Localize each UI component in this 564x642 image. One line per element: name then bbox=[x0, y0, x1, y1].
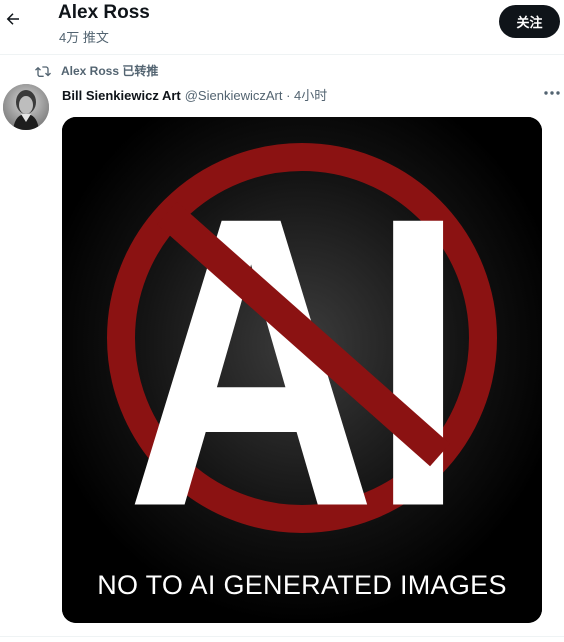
no-ai-graphic: AI bbox=[62, 117, 542, 623]
retweet-icon bbox=[35, 65, 51, 77]
retweet-text[interactable]: Alex Ross 已转推 bbox=[61, 62, 158, 79]
header-divider bbox=[0, 54, 564, 55]
image-caption: NO TO AI GENERATED IMAGES bbox=[97, 570, 507, 600]
retweet-indicator: Alex Ross 已转推 bbox=[35, 62, 158, 79]
ai-big-text: AI bbox=[126, 131, 460, 592]
bottom-divider bbox=[0, 636, 564, 637]
ai-letters: AI bbox=[126, 131, 466, 592]
tweet-header: Bill Sienkiewicz Art @SienkiewiczArt · 4… bbox=[62, 85, 327, 104]
author-handle-time[interactable]: @SienkiewiczArt · 4小时 bbox=[185, 85, 328, 104]
follow-button[interactable]: 关注 bbox=[499, 5, 560, 38]
more-horizontal-icon bbox=[544, 91, 560, 95]
post-count: 4万 推文 bbox=[59, 30, 109, 45]
author-name[interactable]: Bill Sienkiewicz Art bbox=[62, 88, 181, 103]
avatar-image bbox=[3, 84, 49, 130]
arrow-left-icon bbox=[6, 13, 19, 25]
tweet-media[interactable]: AI NO TO AI GENERATED IMAGES bbox=[62, 117, 542, 623]
back-button[interactable] bbox=[2, 6, 24, 32]
more-button[interactable] bbox=[541, 86, 563, 100]
profile-name: Alex Ross bbox=[58, 2, 150, 23]
profile-header: Alex Ross 4万 推文 关注 bbox=[0, 0, 564, 54]
avatar[interactable] bbox=[3, 84, 49, 130]
